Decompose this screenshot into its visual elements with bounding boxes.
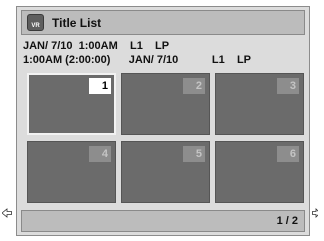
page-indicator: 1 / 2: [276, 215, 298, 227]
thumbnail-number: 2: [183, 78, 205, 94]
title-thumbnail-1[interactable]: 1: [27, 73, 116, 135]
selected-title-info: JAN/ 7/10 1:00AM L1 LP: [23, 40, 170, 52]
arrow-right-icon[interactable]: [312, 208, 318, 218]
thumbnail-number: 3: [277, 78, 299, 94]
title-thumbnail-3[interactable]: 3: [215, 73, 304, 135]
thumbnail-grid: 1 2 3 4 5 6: [27, 73, 304, 203]
title-bar: VR Title List: [21, 10, 305, 35]
title-thumbnail-4[interactable]: 4: [27, 141, 116, 203]
vr-icon-label: VR: [31, 23, 40, 29]
thumbnail-number: 1: [89, 78, 111, 94]
title-thumbnail-5[interactable]: 5: [121, 141, 210, 203]
page-title: Title List: [52, 15, 102, 30]
vr-disc-icon: VR: [27, 14, 44, 31]
page-footer: 1 / 2: [21, 210, 305, 232]
selected-title-details: 1:00AM (2:00:00) JAN/ 7/10 L1 LP: [23, 54, 252, 66]
title-list-screen: VR Title List JAN/ 7/10 1:00AM L1 LP 1:0…: [16, 6, 310, 236]
title-thumbnail-2[interactable]: 2: [121, 73, 210, 135]
thumbnail-number: 5: [183, 146, 205, 162]
title-thumbnail-6[interactable]: 6: [215, 141, 304, 203]
thumbnail-number: 6: [277, 146, 299, 162]
arrow-left-icon[interactable]: [2, 208, 12, 218]
thumbnail-number: 4: [89, 146, 111, 162]
